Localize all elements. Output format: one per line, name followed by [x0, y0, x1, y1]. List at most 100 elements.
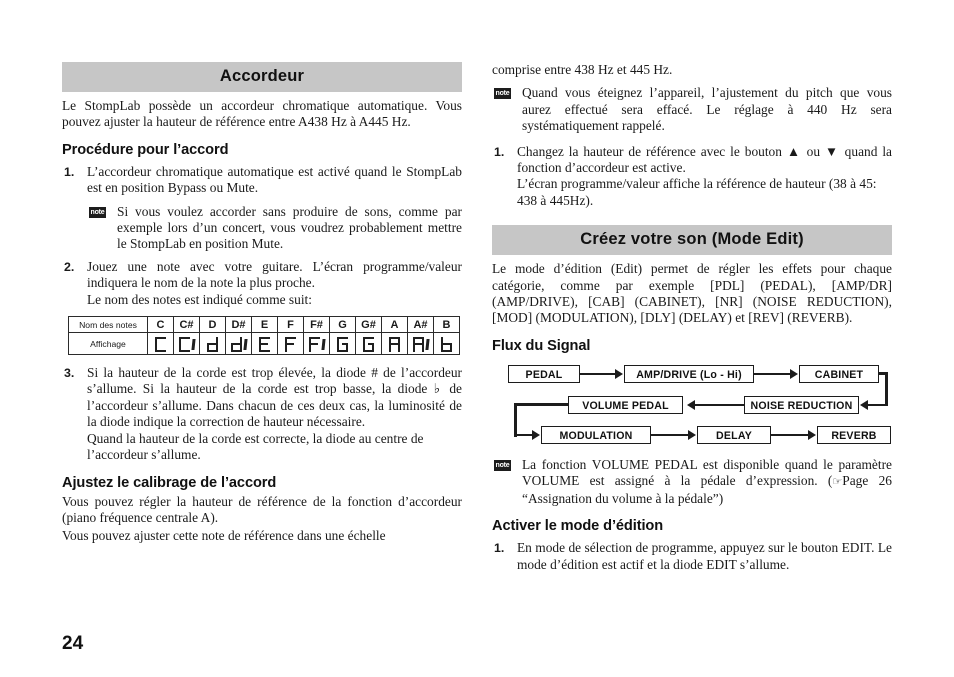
lcd-glyph-F: [284, 337, 297, 353]
calibration-text: Vous pouvez régler la hauteur de référen…: [62, 493, 462, 525]
table-cell: E: [251, 316, 278, 334]
note-badge-icon: note: [494, 88, 511, 100]
flow-wire: [693, 403, 744, 406]
lcd-glyph-cell: [407, 332, 434, 356]
flow-arrow-right: [532, 429, 540, 440]
lcd-glyph-cell: [199, 332, 226, 356]
lcd-glyph-G: [336, 337, 349, 353]
table-cell: D#: [225, 316, 252, 334]
list-number: 2.: [64, 259, 75, 274]
flow-box-modulation: MODULATION: [541, 425, 651, 444]
lcd-glyph-cell: [251, 332, 278, 356]
table-cell: A#: [407, 316, 434, 334]
tuner-intro-text: Le StompLab possède un accordeur chromat…: [62, 98, 462, 130]
lcd-glyph-A-sharp: [412, 337, 425, 353]
section-banner-edit-mode: Créez votre son (Mode Edit): [492, 225, 892, 256]
lcd-glyph-C-sharp: [178, 337, 191, 353]
flow-box-volume-pedal: VOLUME PEDAL: [568, 395, 683, 414]
flow-arrow-right: [615, 368, 623, 379]
flow-wire: [771, 433, 812, 436]
page-number: 24: [62, 633, 84, 654]
list-text: L’accordeur chromatique automatique est …: [87, 163, 462, 196]
table-row-header: Affichage: [68, 332, 148, 356]
note-callout: note La fonction VOLUME PEDAL est dispon…: [492, 457, 892, 507]
note-callout: note Quand vous éteignez l’appareil, l’a…: [492, 85, 892, 134]
lcd-sharp-tick: [425, 339, 430, 351]
lcd-glyph-E: [258, 337, 271, 353]
flow-box-delay: DELAY: [697, 425, 771, 444]
table-cell: G: [329, 316, 356, 334]
note-badge-icon: note: [494, 459, 511, 471]
lcd-glyph-cell: [277, 332, 304, 356]
list-item: 1. Changez la hauteur de référence avec …: [492, 144, 892, 210]
list-text-line2: Le nom des notes est indiqué comme suit:: [87, 291, 312, 307]
table-cell: A: [381, 316, 408, 334]
flow-wire: [514, 402, 517, 437]
list-text-line2: Quand la hauteur de la corde est correct…: [87, 430, 424, 463]
table-cell: F#: [303, 316, 330, 334]
lcd-glyph-cell: [147, 332, 174, 356]
flow-arrow-right: [688, 429, 696, 440]
flow-arrow-right: [808, 429, 816, 440]
list-item: 1. L’accordeur chromatique automatique e…: [62, 164, 462, 197]
lcd-glyph-cell: [329, 332, 356, 356]
lcd-glyph-cell: [381, 332, 408, 356]
list-text-line2: L’écran programme/valeur affiche la réfé…: [517, 176, 877, 208]
lcd-glyph-cell: [355, 332, 382, 356]
signal-flow-diagram: PEDAL AMP/DRIVE (Lo - Hi) CABINET NOISE …: [498, 361, 891, 453]
flow-wire: [580, 372, 619, 375]
section-banner-tuner: Accordeur: [62, 62, 462, 92]
pointing-hand-icon: ☞: [832, 476, 843, 489]
flow-wire: [754, 372, 794, 375]
continuation-text: comprise entre 438 Hz et 445 Hz.: [492, 62, 673, 77]
flow-wire: [867, 403, 888, 406]
table-cell: D: [199, 316, 226, 334]
lcd-glyph-cell: [433, 332, 460, 356]
flow-wire: [514, 402, 569, 406]
flow-box-amp-drive: AMP/DRIVE (Lo - Hi): [624, 364, 754, 383]
note-text: Quand vous éteignez l’appareil, l’ajuste…: [522, 85, 892, 134]
heading-tuning-procedure: Procédure pour l’accord: [62, 141, 229, 158]
table-row-header: Nom des notes: [68, 316, 148, 334]
lcd-sharp-tick: [243, 339, 248, 351]
flow-arrow-left: [687, 399, 695, 410]
note-text: Si vous voulez accorder sans produire de…: [117, 203, 462, 252]
lcd-glyph-D-sharp: [230, 337, 243, 353]
right-column: comprise entre 438 Hz et 445 Hz. note Qu…: [492, 62, 892, 573]
lcd-glyph-F-sharp: [308, 337, 321, 353]
edit-mode-intro: Le mode d’édition (Edit) permet de régle…: [492, 261, 892, 326]
table-row: Nom des notes C C# D D# E F F# G G# A A#…: [68, 316, 460, 334]
list-number: 3.: [64, 366, 75, 381]
list-text: En mode de sélection de programme, appuy…: [517, 540, 892, 572]
lcd-glyph-cell: [225, 332, 252, 356]
list-item: 1. En mode de sélection de programme, ap…: [492, 540, 892, 573]
flow-box-cabinet: CABINET: [799, 364, 879, 383]
table-cell: F: [277, 316, 304, 334]
lcd-sharp-tick: [321, 339, 326, 351]
calibration-text-continued: Vous pouvez ajuster cette note de référe…: [62, 528, 386, 544]
list-text: Si la hauteur de la corde est trop élevé…: [87, 365, 462, 430]
lcd-glyph-cell: [303, 332, 330, 356]
note-name-table: Nom des notes C C# D D# E F F# G G# A A#…: [68, 316, 460, 356]
lcd-sharp-tick: [191, 339, 196, 351]
list-number: 1.: [64, 164, 75, 179]
left-column: Accordeur Le StompLab possède un accorde…: [62, 62, 462, 547]
lcd-glyph-B: [440, 337, 453, 353]
manual-page: Accordeur Le StompLab possède un accorde…: [0, 0, 954, 677]
flow-box-reverb: REVERB: [817, 425, 891, 444]
table-row: Affichage: [68, 332, 460, 356]
list-text: Jouez une note avec votre guitare. L’écr…: [87, 258, 462, 291]
heading-signal-flow: Flux du Signal: [492, 337, 591, 354]
list-number: 1.: [494, 144, 505, 159]
lcd-glyph-A: [388, 337, 401, 353]
note-badge-icon: note: [89, 206, 106, 218]
lcd-glyph-cell: [173, 332, 200, 356]
heading-activate-edit-mode: Activer le mode d’édition: [492, 518, 664, 535]
lcd-glyph-G-sharp: [362, 337, 375, 353]
list-item: 2. Jouez une note avec votre guitare. L’…: [62, 259, 462, 308]
flow-box-pedal: PEDAL: [508, 364, 580, 383]
table-cell: B: [433, 316, 460, 334]
heading-calibration: Ajustez le calibrage de l’accord: [62, 474, 277, 491]
lcd-glyph-C: [154, 337, 167, 353]
list-item: 3. Si la hauteur de la corde est trop él…: [62, 365, 462, 463]
